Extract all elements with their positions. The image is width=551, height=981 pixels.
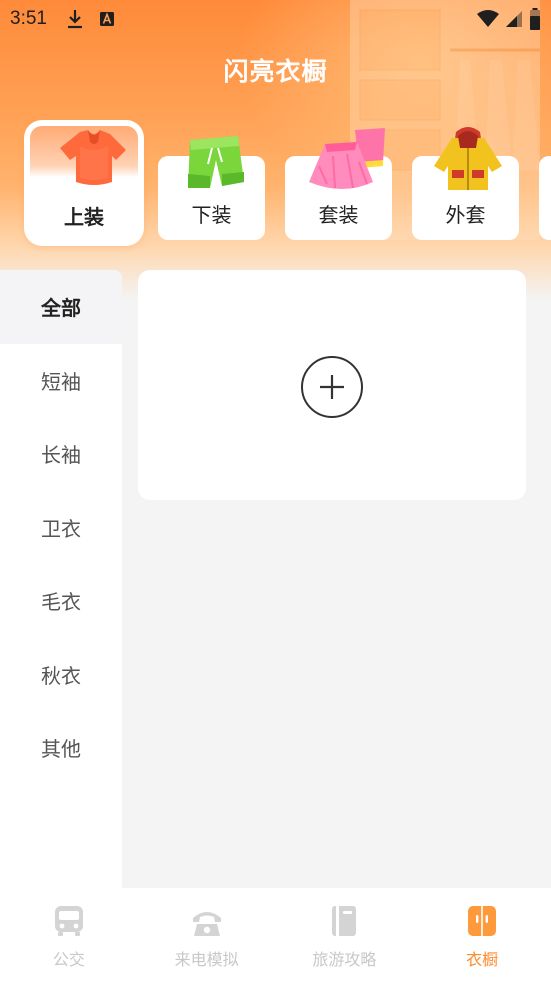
nav-label: 来电模拟 (174, 950, 239, 969)
category-sets[interactable]: 套装 (285, 128, 392, 240)
nav-label: 公交 (52, 950, 85, 969)
sidebar-item-long-sleeve[interactable]: 长袖 (0, 417, 122, 491)
sidebar-item-all[interactable]: 全部 (0, 270, 122, 344)
plus-circle-icon (320, 375, 344, 399)
add-button[interactable] (301, 356, 363, 418)
nav-label: 旅游攻略 (312, 950, 377, 969)
bus-icon (54, 906, 83, 936)
app-title: 闪亮衣橱 (223, 57, 328, 86)
category-outerwear[interactable]: 外套 (412, 127, 519, 240)
category-label: 下装 (191, 203, 232, 227)
sidebar-item-other[interactable]: 其他 (0, 711, 122, 785)
nav-label: 衣橱 (466, 950, 499, 969)
bottom-nav: 公交 来电模拟 旅游攻略 衣橱 (0, 888, 551, 981)
category-label: 外套 (445, 203, 486, 227)
wardrobe-icon (468, 906, 497, 936)
category-bottoms[interactable]: 下装 (158, 136, 265, 240)
book-icon (332, 906, 357, 936)
shorts-icon (188, 136, 244, 188)
sidebar-item-sweater[interactable]: 毛衣 (0, 564, 122, 638)
sidebar-item-short-sleeve[interactable]: 短袖 (0, 344, 122, 418)
category-row: 上装 下装 套装 外套 (0, 118, 551, 250)
category-label: 上装 (64, 205, 104, 229)
nav-item-bus[interactable]: 公交 (0, 888, 138, 981)
nav-item-call-simulator[interactable]: 来电模拟 (138, 888, 276, 981)
sidebar-item-hoodie[interactable]: 卫衣 (0, 491, 122, 565)
phone-icon (192, 912, 221, 936)
a-notification-icon (99, 12, 114, 26)
category-label: 套装 (318, 203, 359, 227)
signal-icon (506, 11, 522, 27)
jacket-icon (434, 127, 502, 190)
download-icon (67, 10, 82, 29)
sidebar-item-thermal[interactable]: 秋衣 (0, 638, 122, 712)
dress-icon (309, 128, 385, 189)
category-more[interactable] (539, 156, 551, 240)
status-time: 3:51 (10, 8, 47, 29)
tshirt-icon (60, 130, 126, 185)
nav-item-wardrobe[interactable]: 衣橱 (413, 888, 551, 981)
nav-item-travel-guide[interactable]: 旅游攻略 (276, 888, 414, 981)
subcategory-sidebar: 全部 短袖 长袖 卫衣 毛衣 秋衣 其他 (0, 270, 122, 888)
add-clothing-card[interactable] (138, 270, 526, 500)
wifi-icon (477, 10, 499, 27)
category-tops[interactable]: 上装 (24, 120, 144, 246)
status-bar: 3:51 (0, 0, 551, 38)
battery-icon (530, 8, 540, 30)
